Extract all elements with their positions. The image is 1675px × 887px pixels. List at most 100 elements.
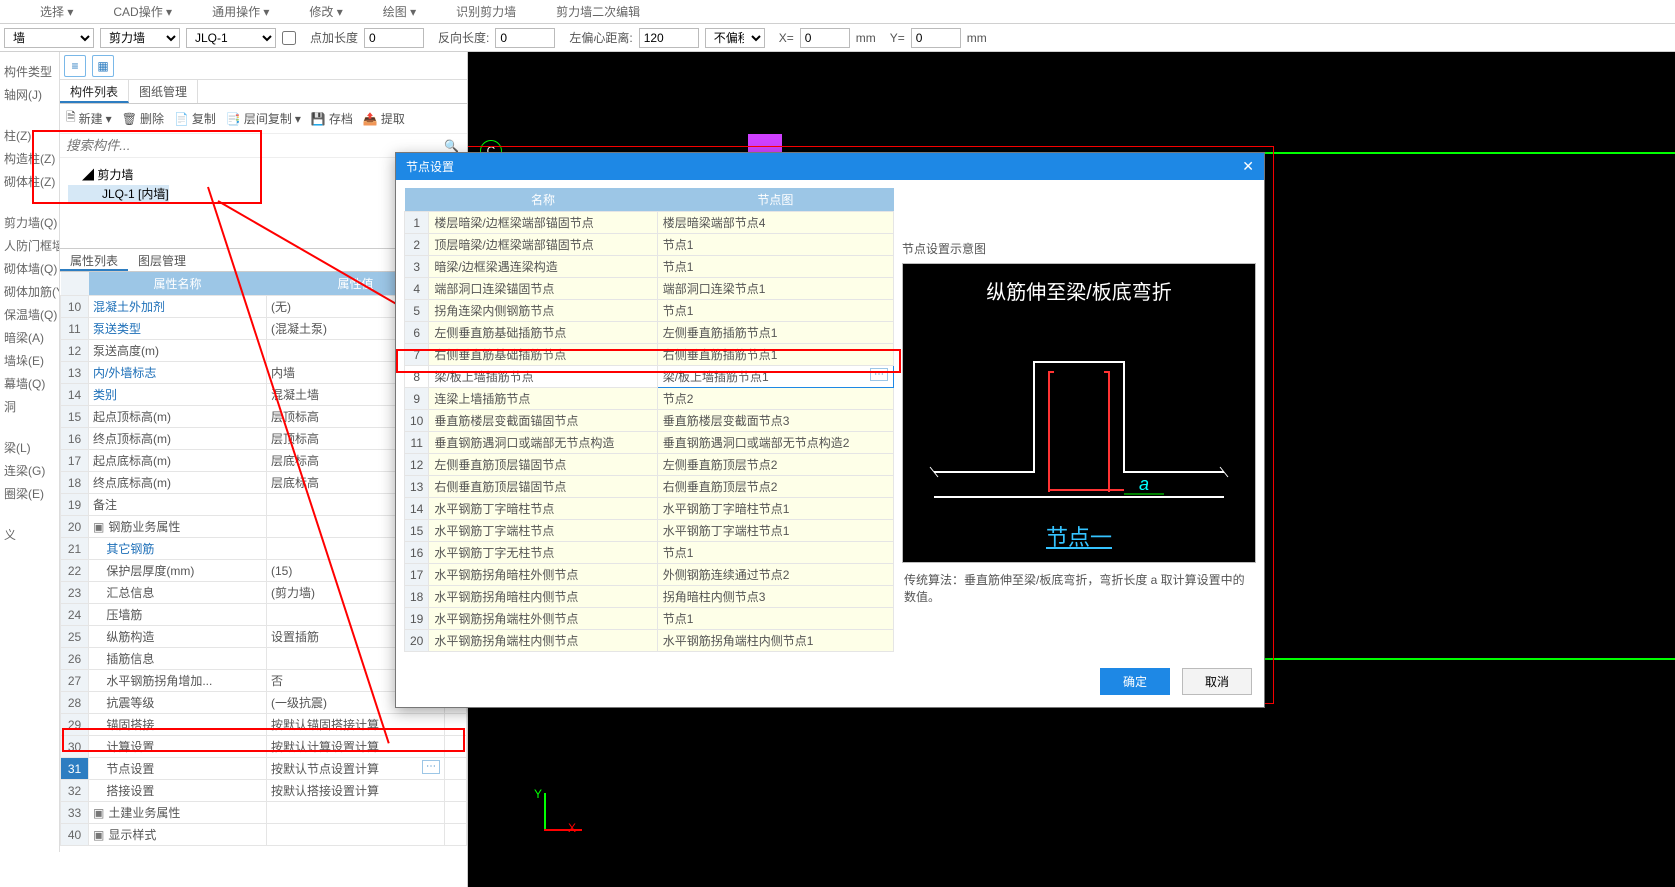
- property-row[interactable]: 33▣土建业务属性: [61, 802, 467, 824]
- left-nav-item[interactable]: 保温墙(Q): [0, 303, 59, 326]
- node-row[interactable]: 14水平钢筋丁字暗柱节点水平钢筋丁字暗柱节点1: [405, 498, 894, 520]
- node-row[interactable]: 10垂直筋楼层变截面锚固节点垂直筋楼层变截面节点3: [405, 410, 894, 432]
- node-row[interactable]: 13右侧垂直筋顶层锚固节点右侧垂直筋顶层节点2: [405, 476, 894, 498]
- btn-extract[interactable]: 📤 提取: [363, 110, 405, 127]
- node-row[interactable]: 5拐角连梁内侧钢筋节点节点1: [405, 300, 894, 322]
- left-nav-item[interactable]: 构造柱(Z): [0, 147, 59, 170]
- tree-leaf-jlq1[interactable]: JLQ-1 [内墙]: [68, 185, 169, 202]
- node-row[interactable]: 18水平钢筋拐角暗柱内侧节点拐角暗柱内侧节点3: [405, 586, 894, 608]
- left-nav-item[interactable]: 砌体柱(Z): [0, 170, 59, 193]
- btn-new[interactable]: 🗎 新建 ▾: [66, 108, 112, 129]
- parameter-bar: 墙 剪力墙 JLQ-1 点加长度 反向长度: 左偏心距离: 不偏移 X= mm …: [0, 24, 1675, 52]
- left-nav-item[interactable]: 圈梁(E): [0, 482, 59, 505]
- node-row[interactable]: 16水平钢筋丁字无柱节点节点1: [405, 542, 894, 564]
- left-nav: 构件类型轴网(J) 柱(Z)构造柱(Z)砌体柱(Z) 剪力墙(Q)人防门框墙砌体墙(…: [0, 52, 60, 852]
- left-nav-item[interactable]: 人防门框墙: [0, 234, 59, 257]
- y-unit: mm: [967, 31, 987, 45]
- node-row[interactable]: 11垂直钢筋遇洞口或端部无节点构造垂直钢筋遇洞口或端部无节点构造2: [405, 432, 894, 454]
- dialog-cancel-button[interactable]: 取消: [1182, 668, 1252, 695]
- node-col-diagram: 节点图: [657, 188, 893, 212]
- rev-length-label: 反向长度:: [438, 29, 489, 46]
- node-row[interactable]: 15水平钢筋丁字端柱节点水平钢筋丁字端柱节点1: [405, 520, 894, 542]
- node-row[interactable]: 7右侧垂直筋基础插筋节点右侧垂直筋插筋节点1: [405, 344, 894, 366]
- left-ecc-label: 左偏心距离:: [569, 29, 632, 46]
- y-input[interactable]: [911, 28, 961, 48]
- tab-component-list[interactable]: 构件列表: [60, 80, 129, 103]
- tab-drawing-manage[interactable]: 图纸管理: [129, 80, 198, 103]
- prop-col-idx: [61, 272, 89, 296]
- node-row[interactable]: 12左侧垂直筋顶层锚固节点左侧垂直筋顶层节点2: [405, 454, 894, 476]
- node-row[interactable]: 4端部洞口连梁锚固节点端部洞口连梁节点1: [405, 278, 894, 300]
- property-row[interactable]: 30 计算设置按默认计算设置计算: [61, 736, 467, 758]
- left-nav-item[interactable]: 梁(L): [0, 436, 59, 459]
- node-row[interactable]: 19水平钢筋拐角端柱外侧节点节点1: [405, 608, 894, 630]
- search-icon[interactable]: 🔍: [436, 139, 467, 153]
- left-nav-item[interactable]: 剪力墙(Q): [0, 211, 59, 234]
- diagram-description: 传统算法：垂直筋伸至梁/板底弯折，弯折长度 a 取计算设置中的数值。: [902, 569, 1256, 607]
- view-list-icon[interactable]: ≡: [64, 55, 86, 77]
- ellipsis-button[interactable]: ⋯: [422, 760, 440, 774]
- tab-layer-manage[interactable]: 图层管理: [128, 249, 196, 271]
- property-row[interactable]: 31 节点设置按默认节点设置计算⋯: [61, 758, 467, 780]
- add-length-checkbox[interactable]: [282, 31, 296, 45]
- dialog-titlebar[interactable]: 节点设置 ✕: [396, 153, 1264, 180]
- ribbon-shear-edit[interactable]: 剪力墙二次编辑: [556, 3, 640, 20]
- dialog-ok-button[interactable]: 确定: [1100, 668, 1170, 695]
- dialog-title: 节点设置: [406, 158, 454, 175]
- x-label: X=: [779, 31, 794, 45]
- node-row[interactable]: 6左侧垂直筋基础插筋节点左侧垂直筋插筋节点1: [405, 322, 894, 344]
- tab-property-list[interactable]: 属性列表: [60, 249, 128, 271]
- property-row[interactable]: 32 搭接设置按默认搭接设置计算: [61, 780, 467, 802]
- property-row[interactable]: 29 锚固搭接按默认锚固搭接计算: [61, 714, 467, 736]
- wall-instance-dropdown[interactable]: JLQ-1: [186, 28, 276, 48]
- node-diagram: 纵筋伸至梁/板底弯折 a 节点一: [902, 263, 1256, 563]
- ellipsis-button[interactable]: ⋯: [870, 368, 888, 381]
- dialog-close-icon[interactable]: ✕: [1242, 158, 1254, 175]
- add-length-input[interactable]: [364, 28, 424, 48]
- ribbon-identify-shear[interactable]: 识别剪力墙: [456, 3, 516, 20]
- wall-kind-dropdown[interactable]: 剪力墙: [100, 28, 180, 48]
- node-row[interactable]: 9连梁上墙插筋节点节点2: [405, 388, 894, 410]
- view-grid-icon[interactable]: ▦: [92, 55, 114, 77]
- left-nav-item[interactable]: 砌体加筋(Y): [0, 280, 59, 303]
- btn-layer-copy[interactable]: 📑 层间复制 ▾: [226, 110, 301, 127]
- ribbon-draw[interactable]: 绘图 ▾: [383, 3, 416, 20]
- node-row[interactable]: 1楼层暗梁/边框梁端部锚固节点楼层暗梁端部节点4: [405, 212, 894, 234]
- left-nav-item[interactable]: 轴网(J): [0, 83, 59, 106]
- property-row[interactable]: 40▣显示样式: [61, 824, 467, 846]
- btn-delete[interactable]: 🗑 删除: [122, 110, 164, 127]
- left-nav-item[interactable]: 砌体墙(Q): [0, 257, 59, 280]
- left-nav-item[interactable]: 柱(Z): [0, 124, 59, 147]
- node-row[interactable]: 2顶层暗梁/边框梁端部锚固节点节点1: [405, 234, 894, 256]
- add-length-label: 点加长度: [310, 29, 358, 46]
- rev-length-input[interactable]: [495, 28, 555, 48]
- ribbon-select[interactable]: 选择 ▾: [40, 3, 73, 20]
- left-nav-item[interactable]: 墙垛(E): [0, 349, 59, 372]
- wall-type-dropdown[interactable]: 墙: [4, 28, 94, 48]
- node-row[interactable]: 17水平钢筋拐角暗柱外侧节点外侧钢筋连续通过节点2: [405, 564, 894, 586]
- x-input[interactable]: [800, 28, 850, 48]
- node-row[interactable]: 8梁/板上墙插筋节点梁/板上墙插筋节点1⋯: [405, 366, 894, 388]
- left-nav-item[interactable]: 幕墙(Q): [0, 372, 59, 395]
- component-search-input[interactable]: [60, 134, 436, 157]
- node-row[interactable]: 3暗梁/边框梁遇连梁构造节点1: [405, 256, 894, 278]
- left-nav-item[interactable]: 暗梁(A): [0, 326, 59, 349]
- left-ecc-input[interactable]: [639, 28, 699, 48]
- left-nav-item[interactable]: 义: [0, 523, 59, 546]
- btn-copy[interactable]: 📄 复制: [174, 110, 216, 127]
- comp-tabs: 构件列表 图纸管理: [60, 80, 467, 104]
- node-settings-table: 名称 节点图 1楼层暗梁/边框梁端部锚固节点楼层暗梁端部节点42顶层暗梁/边框梁…: [404, 188, 894, 652]
- btn-archive[interactable]: 💾 存档: [311, 110, 353, 127]
- ribbon-cad-ops[interactable]: CAD操作 ▾: [113, 3, 172, 20]
- ribbon-generic[interactable]: 通用操作 ▾: [212, 3, 269, 20]
- offset-mode-dropdown[interactable]: 不偏移: [705, 28, 765, 48]
- ribbon-edit[interactable]: 修改 ▾: [309, 3, 342, 20]
- svg-text:a: a: [1139, 474, 1149, 494]
- y-label: Y=: [890, 31, 905, 45]
- left-nav-item[interactable]: 连梁(G): [0, 459, 59, 482]
- left-nav-item[interactable]: 洞: [0, 395, 59, 418]
- node-settings-dialog: 节点设置 ✕ 名称 节点图 1楼层暗梁/边框梁端部锚固节点楼层暗梁端部节点42顶…: [395, 152, 1265, 708]
- prop-col-name: 属性名称: [89, 272, 267, 296]
- left-nav-item[interactable]: 构件类型: [0, 60, 59, 83]
- node-row[interactable]: 20水平钢筋拐角端柱内侧节点水平钢筋拐角端柱内侧节点1: [405, 630, 894, 652]
